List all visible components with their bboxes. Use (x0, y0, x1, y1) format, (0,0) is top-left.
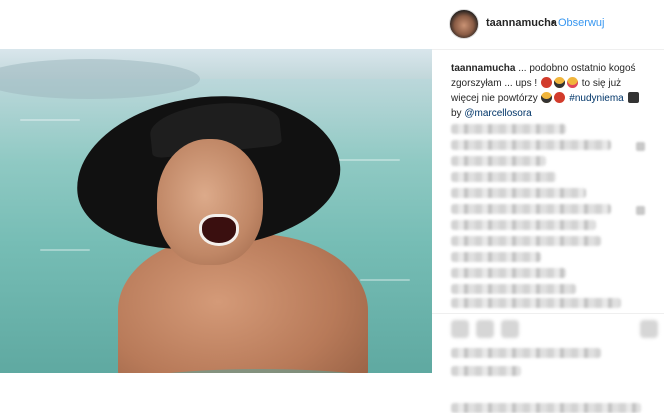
hashtag-link[interactable]: #nudyniema (569, 93, 623, 104)
distant-hill (0, 59, 200, 99)
heart-icon[interactable] (451, 320, 469, 338)
post-caption: taannamucha ... podobno ostatnio kogoś z… (451, 61, 651, 121)
separator-dot: • (551, 17, 555, 29)
blurred-comment-line (451, 172, 556, 182)
blurred-comment-line (451, 140, 611, 150)
devil-emoji-icon (554, 92, 566, 103)
open-mouth (199, 214, 239, 246)
sunglasses-emoji-icon (553, 77, 565, 88)
blurred-comment-line (451, 284, 576, 294)
blurred-comment-line (451, 268, 566, 278)
blurred-timestamp (451, 366, 521, 376)
comment-icon[interactable] (476, 320, 494, 338)
blurred-comment-line (451, 188, 586, 198)
blurred-comment-input[interactable] (451, 403, 641, 413)
comment-like-icon[interactable] (636, 206, 645, 215)
camera-emoji-icon (627, 92, 639, 103)
follow-button[interactable]: Obserwuj (558, 17, 604, 29)
blurred-comment-line (451, 156, 546, 166)
water-ripple (360, 279, 410, 281)
person-face (157, 139, 263, 265)
blurred-comment-line (451, 252, 541, 262)
blurred-likes-line (451, 348, 601, 358)
blurred-comment-line (451, 236, 601, 246)
avatar[interactable] (449, 9, 479, 39)
comment-like-icon[interactable] (636, 142, 645, 151)
water-ripple (40, 249, 90, 251)
by-label: by (451, 108, 465, 119)
header-username[interactable]: taannamucha (486, 17, 557, 29)
blurred-comment-line (451, 204, 611, 214)
tongue-emoji-icon (566, 77, 578, 88)
blurred-comment-line (451, 124, 566, 134)
post-photo[interactable] (0, 49, 432, 373)
person-body (118, 234, 368, 373)
mention-link[interactable]: @marcellosora (464, 108, 531, 119)
blurred-comment-line (451, 298, 621, 308)
sunglasses-emoji-icon (541, 92, 553, 103)
caption-username[interactable]: taannamucha (451, 63, 515, 74)
devil-emoji-icon (540, 77, 552, 88)
actions-divider (432, 313, 664, 314)
water-ripple (20, 119, 80, 121)
bookmark-icon[interactable] (640, 320, 658, 338)
water-ripple (330, 159, 400, 161)
share-icon[interactable] (501, 320, 519, 338)
blurred-comment-line (451, 220, 596, 230)
